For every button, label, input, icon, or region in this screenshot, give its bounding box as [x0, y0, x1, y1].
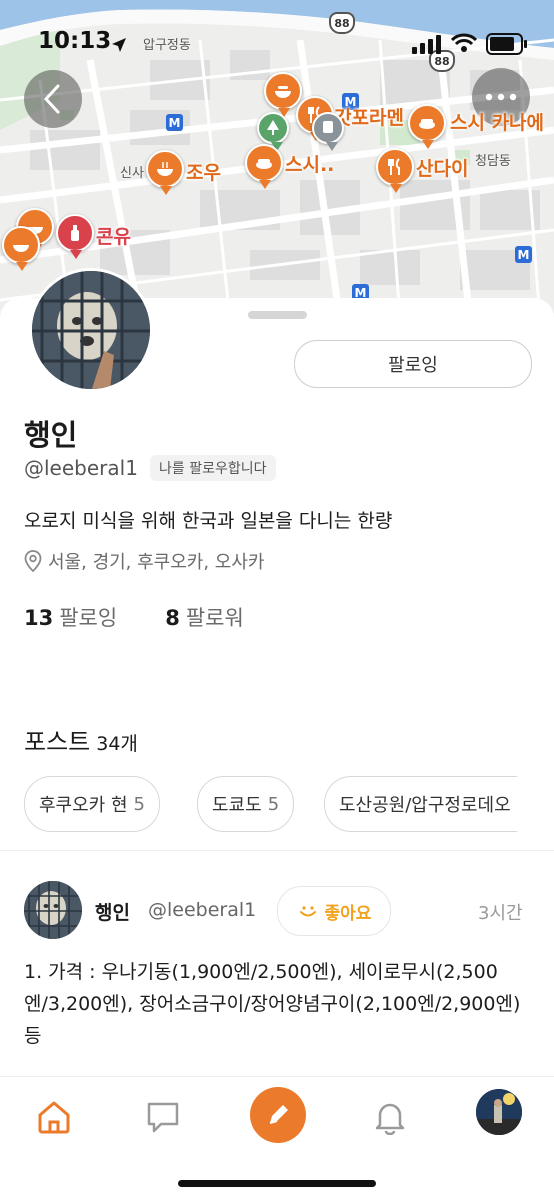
pencil-icon	[269, 1105, 288, 1124]
map-pin-transit[interactable]	[312, 112, 344, 151]
train-icon	[323, 121, 333, 133]
posts-header: 포스트 34개	[24, 722, 138, 757]
map-pin-label[interactable]: 콘유	[96, 222, 131, 249]
profile-handle: @leeberal1	[24, 456, 138, 480]
profile-name: 행인	[24, 418, 78, 452]
avatar-photo	[32, 271, 150, 389]
divider	[0, 850, 554, 851]
map-pin-label[interactable]: 산다이	[416, 154, 468, 181]
back-button[interactable]	[24, 70, 82, 128]
tab-notifications[interactable]	[360, 1077, 420, 1157]
map-pin-sushi-2[interactable]	[245, 144, 283, 189]
map-pin-sushi-kanae[interactable]	[408, 104, 446, 149]
following-count[interactable]: 13 팔로잉	[24, 602, 117, 632]
followers-label: 팔로워	[185, 606, 244, 630]
bowl-icon	[275, 86, 291, 98]
chip-label: 도쿄도	[212, 795, 262, 816]
posts-count: 34개	[96, 733, 138, 755]
map-area-label: 압구정동	[143, 38, 191, 53]
chip-label: 도산공원/압구정로데오	[339, 795, 511, 816]
chip-count: 5	[267, 793, 280, 815]
map-pin-konyu[interactable]	[56, 214, 94, 259]
highway-shield: 88	[329, 12, 355, 34]
metro-icon: M	[515, 246, 532, 263]
avatar-photo	[476, 1089, 522, 1135]
map-area-label: 청담동	[475, 154, 511, 169]
map-pin-sushi[interactable]	[264, 72, 302, 117]
map-pin-label[interactable]: 스시..	[285, 150, 334, 177]
ramen-icon	[13, 245, 29, 252]
post-author-name[interactable]: 행인	[95, 898, 130, 925]
post-author-handle: @leeberal1	[148, 899, 257, 921]
bottle-icon	[71, 225, 79, 241]
map-area-label: 신사	[120, 166, 144, 181]
compose-button[interactable]	[250, 1087, 306, 1143]
sheet-grabber[interactable]	[248, 311, 307, 319]
profile-bio: 오로지 미식을 위해 한국과 일본을 다니는 한량	[24, 510, 393, 532]
location-arrow-icon	[112, 38, 126, 52]
home-icon	[38, 1101, 70, 1134]
posts-title: 포스트	[24, 728, 91, 756]
smile-icon	[299, 906, 316, 917]
status-time: 10:13	[38, 28, 112, 54]
map-pin-label[interactable]: 조우	[186, 158, 221, 185]
sushi-icon	[419, 119, 435, 129]
following-button[interactable]: 팔로잉	[294, 340, 532, 388]
fork-knife-icon	[388, 158, 400, 175]
post-author-avatar[interactable]	[24, 881, 82, 939]
following-number: 13	[24, 606, 54, 630]
more-dots-icon	[485, 93, 517, 101]
like-label: 좋아요	[324, 903, 372, 924]
tab-home[interactable]	[24, 1077, 84, 1157]
follow-counts: 13 팔로잉 8 팔로워	[24, 602, 244, 632]
map-pin-sandai[interactable]	[376, 148, 414, 193]
chip-label: 후쿠오카 현	[39, 795, 128, 816]
chip-fukuoka[interactable]: 후쿠오카 현5	[24, 776, 160, 832]
ramen-icon	[157, 162, 173, 176]
location-text: 서울, 경기, 후쿠오카, 오사카	[48, 552, 265, 573]
metro-icon: M	[166, 114, 183, 131]
sushi-icon	[256, 159, 272, 169]
map-pin-label[interactable]: 갓포라멘	[334, 103, 404, 130]
chevron-left-icon	[43, 84, 60, 114]
followers-count[interactable]: 8 팔로워	[165, 602, 244, 632]
chat-bubble-icon	[147, 1102, 179, 1133]
profile-location: 서울, 경기, 후쿠오카, 오사카	[24, 548, 265, 574]
map-pin-jou[interactable]	[146, 150, 184, 195]
wifi-icon	[451, 33, 477, 52]
avatar-photo	[24, 881, 82, 939]
map-pin-label[interactable]: 스시 카나에	[450, 108, 544, 135]
like-button[interactable]: 좋아요	[277, 886, 391, 936]
chip-count: 5	[133, 793, 145, 815]
home-indicator	[178, 1180, 376, 1187]
tree-icon	[267, 120, 279, 135]
profile-avatar[interactable]	[29, 268, 153, 392]
bell-icon	[375, 1103, 405, 1135]
chip-dosan-park[interactable]: 도산공원/압구정로데오	[324, 776, 517, 832]
signal-icon	[412, 35, 441, 54]
follows-you-badge: 나를 팔로우합니다	[150, 455, 276, 481]
battery-icon	[486, 33, 527, 55]
chip-tokyo[interactable]: 도쿄도 5	[197, 776, 295, 832]
following-label: 팔로잉	[59, 606, 118, 630]
followers-number: 8	[165, 606, 180, 630]
map-pin-park[interactable]	[257, 112, 289, 151]
post-body[interactable]: 1. 가격 : 우나기동(1,900엔/2,500엔), 세이로무시(2,500…	[24, 956, 524, 1052]
location-pin-icon	[24, 550, 42, 572]
tab-profile-avatar[interactable]	[476, 1089, 522, 1135]
post-time: 3시간	[478, 903, 523, 924]
map-pin-ramen[interactable]	[2, 226, 40, 271]
tab-feed[interactable]	[133, 1077, 193, 1157]
